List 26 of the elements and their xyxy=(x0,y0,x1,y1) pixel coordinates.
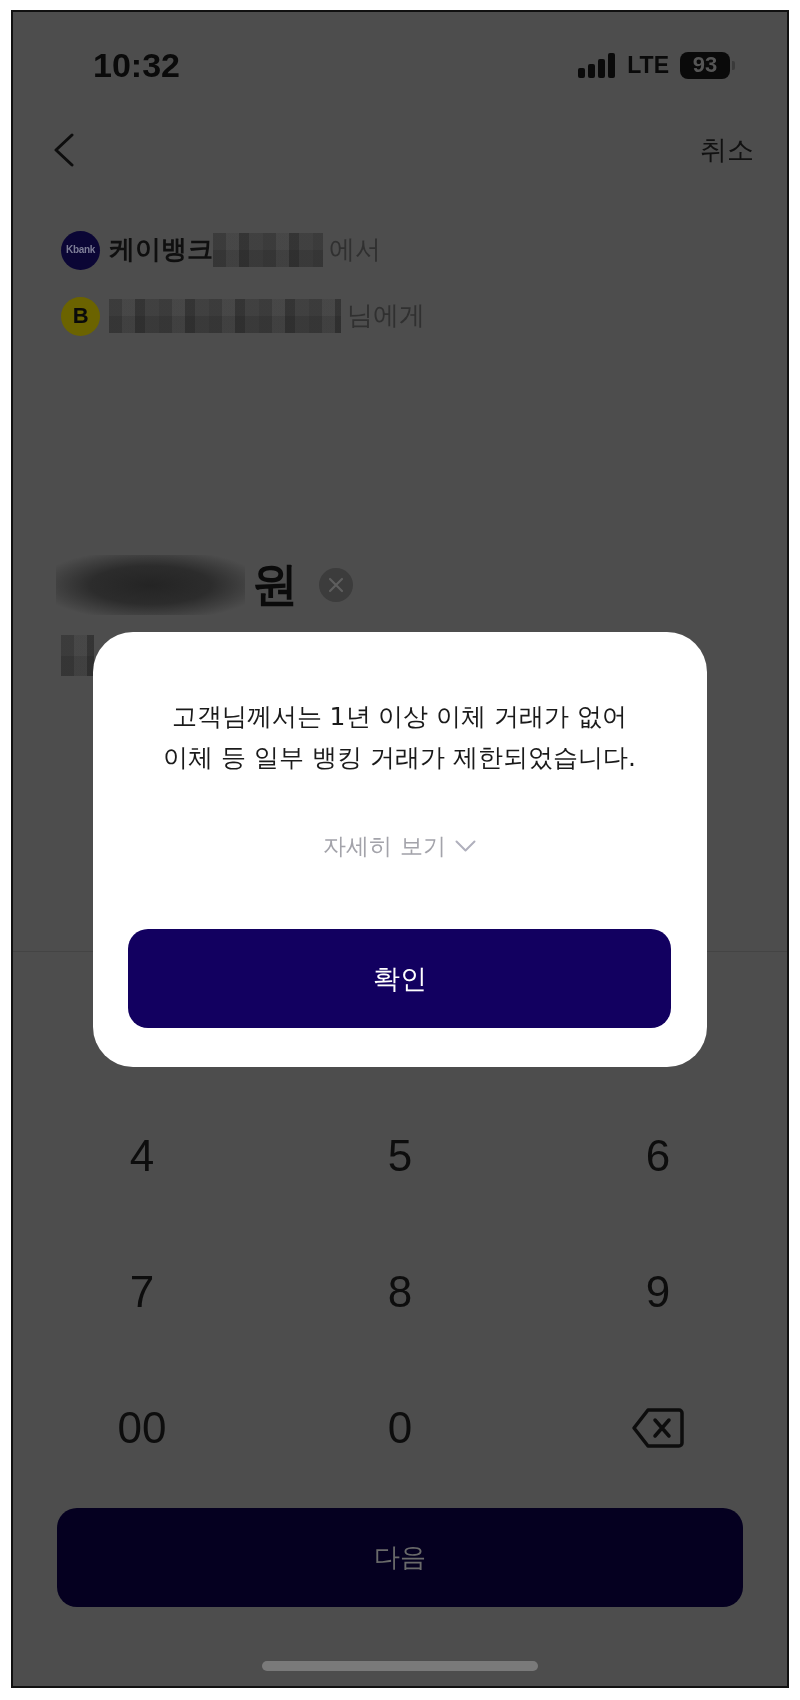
next-button[interactable]: 다음 xyxy=(57,1508,743,1607)
bank-logo: B xyxy=(61,296,100,336)
back-icon[interactable] xyxy=(53,133,75,167)
keypad-key[interactable]: 4 xyxy=(129,1131,155,1181)
confirm-button[interactable]: 확인 xyxy=(128,929,671,1028)
clear-icon[interactable] xyxy=(319,568,353,602)
keypad-key[interactable]: 7 xyxy=(129,1267,155,1317)
keypad-key[interactable]: 0 xyxy=(387,1403,413,1453)
bank-logo: Kbank xyxy=(61,230,100,270)
dialog-message: 고객님께서는 1년 이상 이체 거래가 없어 이체 등 일부 뱅킹 거래가 제한되었습니다. xyxy=(163,701,636,774)
keypad-key[interactable]: 5 xyxy=(387,1131,413,1181)
keypad-key[interactable]: 6 xyxy=(645,1131,671,1181)
bank-name: 케이뱅크 xyxy=(109,234,213,266)
battery-indicator: 93 xyxy=(680,51,735,79)
blurred-text xyxy=(61,635,94,676)
backspace-icon[interactable] xyxy=(631,1407,685,1449)
keypad-key[interactable]: 00 xyxy=(117,1403,167,1453)
currency-unit: 원 xyxy=(252,557,298,613)
details-link[interactable]: 자세히 보기 xyxy=(323,831,476,861)
signal-icon xyxy=(578,52,617,78)
chevron-down-icon xyxy=(454,840,476,852)
cancel-button[interactable]: 취소 xyxy=(700,133,754,167)
status-time: 10:32 xyxy=(93,48,180,82)
keypad-key[interactable]: 9 xyxy=(645,1267,671,1317)
keypad-key[interactable]: 8 xyxy=(387,1267,413,1317)
network-label: LTE xyxy=(627,53,669,77)
